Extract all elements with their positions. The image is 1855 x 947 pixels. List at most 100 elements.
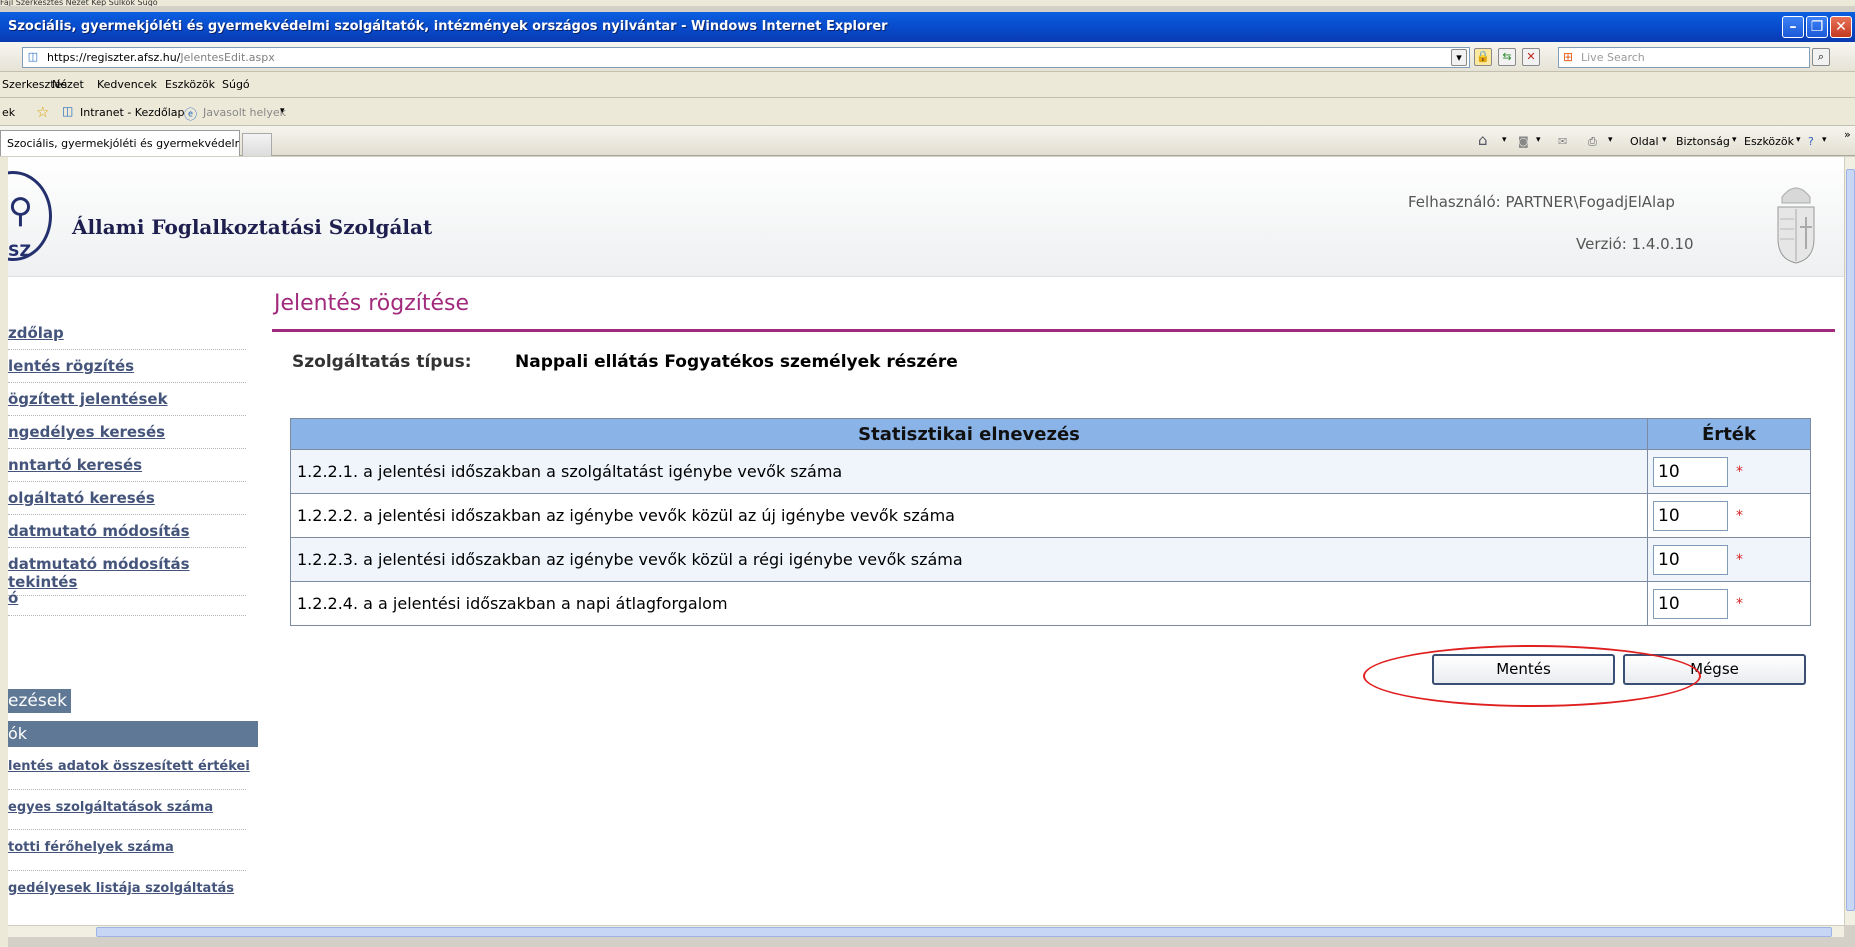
divider [8,514,246,515]
chevron-down-icon[interactable]: ▾ [1502,135,1507,145]
minimize-button[interactable]: – [1782,16,1804,38]
menu-help[interactable]: Súgó [222,78,250,91]
chevron-down-icon[interactable]: ▾ [1536,135,1541,145]
sidebar-item-report-entry[interactable]: lentés rögzítés [8,357,134,375]
vertical-scrollbar[interactable] [1844,157,1855,925]
sidebar-item-home[interactable]: zdőlap [8,324,64,342]
value-input[interactable] [1653,500,1728,531]
sidebar-item-licensee-search[interactable]: ngedélyes keresés [8,423,165,441]
divider [8,829,246,830]
sidebar-item-help[interactable]: ó [8,589,18,607]
menu-security[interactable]: Biztonság [1676,135,1730,148]
chevron-down-icon[interactable]: ▾ [1662,135,1667,145]
row-value-cell: * [1647,581,1811,626]
column-header-value: Érték [1647,418,1811,450]
sidebar-item-indicator-view-cont[interactable]: tekintés [8,573,77,591]
window-title: Szociális, gyermekjóléti és gyermekvédel… [8,19,888,34]
sidebar-item-indicator-view[interactable]: datmutató módosítás [8,555,190,573]
statistics-table: Statisztikai elnevezés Érték 1.2.2.1. a … [290,418,1811,626]
logo-abbr: SZ [8,241,32,260]
ie-page-icon: ◫ [62,104,74,118]
table-row: 1.2.2.4. a a jelentési időszakban a napi… [290,581,1811,626]
sidebar-nav: zdőlap lentés rögzítés ögzített jelentés… [8,277,258,925]
new-tab-button[interactable] [242,133,272,156]
favorites-star-icon[interactable]: ☆ [36,103,49,121]
home-icon[interactable]: ⌂ [1478,131,1488,149]
row-label: 1.2.2.1. a jelentési időszakban a szolgá… [290,449,1648,494]
menu-bar: Szerkesztés Nézet Kedvencek Eszközök Súg… [0,72,1855,98]
table-row: 1.2.2.1. a jelentési időszakban a szolgá… [290,449,1811,494]
horizontal-scroll-thumb[interactable] [96,927,1832,937]
chevron-down-icon[interactable]: ▾ [280,106,285,116]
window-left-border [0,157,8,947]
value-input[interactable] [1653,588,1728,619]
background-window-menu: Fájl Szerkesztés Nézet Kép Súlkok Súgó [0,0,1855,6]
divider [8,870,246,871]
favorites-bar: ek ☆ ◫ Intranet - Kezdőlap ⓔ Javasolt he… [0,98,1855,126]
save-button[interactable]: Mentés [1432,654,1615,685]
value-input[interactable] [1653,544,1728,575]
favorite-intranet[interactable]: Intranet - Kezdőlap [80,106,185,119]
search-input[interactable]: ⊞ Live Search [1558,47,1810,68]
chevron-down-icon[interactable]: ▾ [1732,135,1737,145]
cancel-button[interactable]: Mégse [1623,654,1806,685]
sidebar-item-indicator-edit[interactable]: datmutató módosítás [8,522,190,540]
sidebar-item-provider-search[interactable]: olgáltató keresés [8,489,155,507]
chevron-down-icon[interactable]: ▾ [1822,135,1827,145]
sidebar-report-licensees[interactable]: gedélyesek listája szolgáltatás [8,881,234,896]
sidebar-item-maintainer-search[interactable]: nntartó keresés [8,456,142,474]
table-header-row: Statisztikai elnevezés Érték [290,418,1811,450]
sidebar-report-beds[interactable]: totti férőhelyek száma [8,840,174,855]
required-marker: * [1736,463,1743,480]
chevron-down-icon[interactable]: ▾ [1796,135,1801,145]
lock-icon[interactable]: 🔒 [1474,48,1492,66]
chevron-more-icon[interactable]: » [1844,128,1851,141]
value-input[interactable] [1653,456,1728,487]
address-bar-row: ◫ https://regiszter.afsz.hu/JelentesEdit… [0,42,1855,72]
page-icon: ◫ [27,50,39,63]
sidebar-item-saved-reports[interactable]: ögzített jelentések [8,390,168,408]
ie-logo-icon: ⓔ [184,108,198,123]
sidebar-report-service-count[interactable]: egyes szolgáltatások száma [8,800,213,815]
address-url: https://regiszter.afsz.hu/JelentesEdit.a… [47,51,275,64]
menu-view[interactable]: Nézet [52,78,84,91]
user-label: Felhasználó: PARTNER\FogadjElAlap [1408,193,1675,211]
row-value-cell: * [1647,493,1811,538]
feeds-icon[interactable]: ◙ [1518,135,1529,148]
tab-bar: Szociális, gyermekjóléti és gyermekvédel… [0,126,1855,156]
address-dropdown-icon[interactable]: ▾ [1451,49,1467,66]
refresh-icon[interactable]: ⇆ [1498,48,1516,66]
menu-page[interactable]: Oldal [1630,135,1659,148]
table-row: 1.2.2.2. a jelentési időszakban az igény… [290,493,1811,538]
horizontal-scrollbar[interactable] [8,925,1844,937]
title-divider [272,329,1835,332]
logo-figure-icon: ⚲ [8,191,33,231]
close-window-button[interactable]: ✕ [1830,16,1852,38]
window-titlebar: Szociális, gyermekjóléti és gyermekvédel… [0,12,1855,42]
divider [8,448,246,449]
tab-current[interactable]: Szociális, gyermekjóléti és gyermekvédel… [0,130,240,156]
menu-tools[interactable]: Eszközök [165,78,215,91]
required-marker: * [1736,595,1743,612]
print-icon[interactable]: ⎙ [1588,135,1597,149]
mail-icon[interactable]: ✉ [1558,135,1567,148]
favorites-cut-label[interactable]: ek [2,106,15,119]
favorite-suggested-sites[interactable]: Javasolt helyek [203,106,286,119]
help-icon[interactable]: ? [1808,135,1814,148]
address-input[interactable]: ◫ https://regiszter.afsz.hu/JelentesEdit… [22,47,1470,68]
divider [8,382,246,383]
required-marker: * [1736,507,1743,524]
sidebar-report-aggregated[interactable]: lentés adatok összesített értékei [8,759,250,774]
divider [8,481,246,482]
vertical-scroll-thumb[interactable] [1846,169,1855,911]
chevron-down-icon[interactable]: ▾ [1608,135,1613,145]
search-go-icon[interactable]: ⌕ [1812,48,1830,66]
stop-icon[interactable]: ✕ [1522,48,1540,66]
service-type-value: Nappali ellátás Fogyatékos személyek rés… [515,352,958,372]
row-label: 1.2.2.3. a jelentési időszakban az igény… [290,537,1648,582]
maximize-button[interactable]: ❐ [1806,16,1828,38]
menu-tools-cmd[interactable]: Eszközök [1744,135,1794,148]
search-placeholder: Live Search [1581,51,1645,64]
menu-favorites[interactable]: Kedvencek [97,78,157,91]
divider [8,349,246,350]
